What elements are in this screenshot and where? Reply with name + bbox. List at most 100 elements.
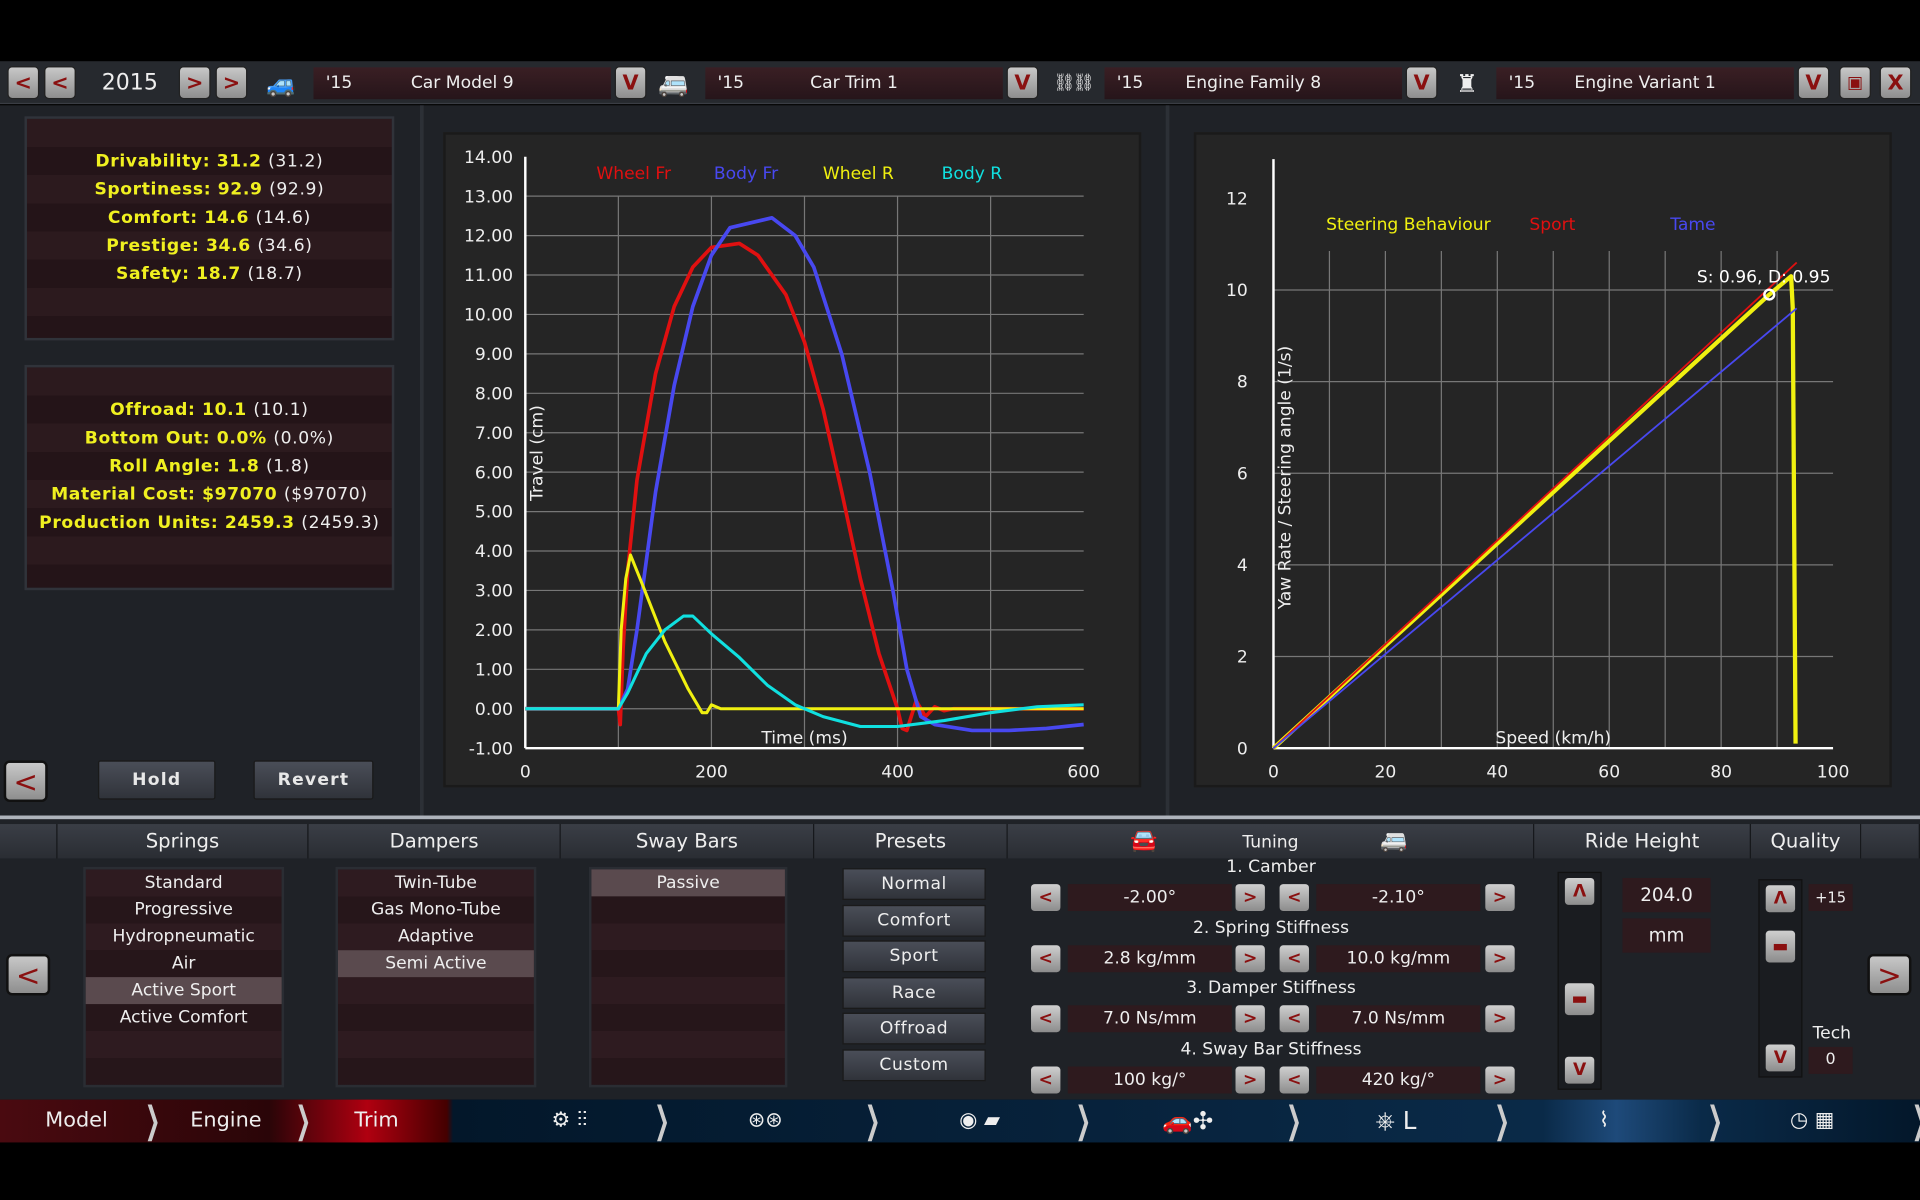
springs-option[interactable]: Active Sport: [85, 977, 282, 1005]
rear-decrease-button[interactable]: <: [1279, 1005, 1309, 1033]
rear-increase-button[interactable]: >: [1485, 1005, 1515, 1033]
front-decrease-button[interactable]: <: [1031, 944, 1061, 972]
preset-offroad-button[interactable]: Offroad: [842, 1013, 986, 1045]
front-increase-button[interactable]: >: [1235, 944, 1265, 972]
ride-height-slider[interactable]: Λ ▬ V: [1557, 871, 1602, 1090]
x-tick-label: 600: [1067, 763, 1100, 783]
x-tick-label: 100: [1817, 763, 1850, 783]
preset-normal-button[interactable]: Normal: [842, 868, 986, 901]
nav-interior-icon[interactable]: ⎈ L: [1347, 1100, 1445, 1143]
engine-variant-dropdown[interactable]: V: [1797, 66, 1830, 100]
dampers-option[interactable]: Adaptive: [338, 923, 534, 950]
preset-comfort-button[interactable]: Comfort: [842, 904, 986, 937]
close-button[interactable]: X: [1879, 66, 1912, 100]
stat-row: Offroad: 10.1 (10.1): [27, 397, 392, 425]
stat-value: Drivability: 31.2: [95, 151, 262, 172]
ride-height-up-button[interactable]: Λ: [1564, 877, 1595, 905]
preset-custom-button[interactable]: Custom: [842, 1049, 986, 1082]
front-car-icon: 🚘: [1130, 827, 1158, 854]
ride-height-value: 204.0: [1622, 877, 1711, 913]
springs-list: Standard Progressive Hydropneumatic Air Acti…: [83, 866, 285, 1088]
nav-engine[interactable]: Engine: [168, 1100, 284, 1143]
ride-height-down-button[interactable]: V: [1564, 1056, 1595, 1084]
stat-previous: ($97070): [283, 484, 368, 505]
front-decrease-button[interactable]: <: [1031, 1005, 1061, 1033]
front-increase-button[interactable]: >: [1235, 1065, 1265, 1093]
nav-wheels-icon[interactable]: ⊛⊛: [710, 1100, 820, 1143]
quality-value: +15: [1808, 884, 1853, 912]
y-tick-label: 3.00: [475, 582, 513, 602]
car-model-field[interactable]: '15 Car Model 9: [313, 67, 612, 100]
y-tick-label: 9.00: [475, 345, 513, 365]
quality-slider-thumb[interactable]: ▬: [1765, 931, 1796, 963]
rear-decrease-button[interactable]: <: [1279, 1065, 1309, 1093]
rear-increase-button[interactable]: >: [1485, 1065, 1515, 1093]
header-spacer: [0, 824, 58, 859]
nav-aero-icon[interactable]: 🚗✣: [1108, 1100, 1267, 1143]
dampers-option[interactable]: Twin-Tube: [338, 869, 534, 896]
car-model-dropdown[interactable]: V: [614, 66, 647, 100]
front-decrease-button[interactable]: <: [1031, 1065, 1061, 1093]
rear-decrease-button[interactable]: <: [1279, 884, 1309, 912]
preset-race-button[interactable]: Race: [842, 976, 986, 1009]
next-year-button[interactable]: >: [178, 66, 211, 100]
y-tick-label: 5.00: [475, 503, 513, 523]
bottom-back-button[interactable]: <: [6, 953, 51, 996]
preset-sport-button[interactable]: Sport: [842, 940, 986, 973]
engine-family-field[interactable]: '15 Engine Family 8: [1104, 67, 1403, 100]
chevron-icon: ❯: [1286, 1099, 1302, 1143]
back-button[interactable]: <: [3, 760, 48, 803]
legend-entry: Wheel R: [823, 164, 894, 184]
hold-button[interactable]: Hold: [97, 760, 216, 800]
nav-model[interactable]: Model: [18, 1100, 134, 1143]
quality-up-button[interactable]: Λ: [1765, 885, 1796, 913]
save-icon[interactable]: ▣: [1839, 66, 1872, 100]
series-line-sport: [1272, 261, 1798, 749]
engine-variant-field[interactable]: '15 Engine Variant 1: [1496, 67, 1794, 100]
next-fast-year-button[interactable]: >: [215, 66, 248, 100]
engine-family-dropdown[interactable]: V: [1405, 66, 1438, 100]
tuning-label: 1. Camber: [1226, 857, 1316, 877]
front-increase-button[interactable]: >: [1235, 1005, 1265, 1033]
chevron-icon: ❯: [654, 1099, 670, 1143]
rear-increase-button[interactable]: >: [1485, 944, 1515, 972]
y-axis-label: Travel (cm): [527, 405, 547, 502]
sway-option[interactable]: Passive: [591, 869, 785, 897]
dampers-option[interactable]: Gas Mono-Tube: [338, 896, 534, 923]
tuning-label: 4. Sway Bar Stiffness: [1180, 1038, 1362, 1059]
y-tick-label: 7.00: [475, 424, 513, 444]
prev-fast-year-button[interactable]: <: [7, 66, 40, 100]
nav-gearbox-icon[interactable]: ⚙ ⫶⫶: [502, 1100, 637, 1143]
chevron-icon: ❯: [295, 1099, 311, 1143]
tuning-header: 🚘 Tuning 🚐: [1007, 824, 1535, 859]
front-increase-button[interactable]: >: [1235, 884, 1265, 912]
front-decrease-button[interactable]: <: [1031, 884, 1061, 912]
nav-testing-icon[interactable]: ◷ ▦: [1763, 1100, 1861, 1143]
y-tick-label: 13.00: [464, 187, 513, 207]
rear-increase-button[interactable]: >: [1485, 884, 1515, 912]
quality-down-button[interactable]: V: [1765, 1044, 1796, 1072]
quality-slider[interactable]: Λ ▬ V: [1758, 879, 1803, 1078]
ride-height-slider-thumb[interactable]: ▬: [1564, 983, 1595, 1015]
bottom-forward-button[interactable]: >: [1867, 953, 1912, 996]
y-tick-label: 4.00: [475, 542, 513, 562]
nav-suspension-icon[interactable]: ⌇: [1567, 1100, 1640, 1143]
stat-previous: (1.8): [265, 456, 310, 477]
prev-year-button[interactable]: <: [44, 66, 76, 100]
chevron-icon: ❯: [144, 1099, 161, 1143]
stat-previous: (34.6): [257, 236, 313, 256]
springs-option[interactable]: Air: [86, 950, 282, 977]
revert-button[interactable]: Revert: [253, 760, 374, 800]
springs-option[interactable]: Standard: [86, 869, 282, 896]
car-trim-dropdown[interactable]: V: [1006, 66, 1039, 100]
nav-trim[interactable]: Trim: [318, 1100, 434, 1143]
springs-option[interactable]: Progressive: [86, 896, 282, 923]
legend-entry: Wheel Fr: [596, 164, 672, 184]
dampers-option[interactable]: Semi Active: [337, 950, 534, 978]
rear-decrease-button[interactable]: <: [1279, 944, 1309, 972]
car-trim-field[interactable]: '15 Car Trim 1: [705, 67, 1003, 100]
springs-option[interactable]: Hydropneumatic: [86, 923, 282, 950]
quality-header: Quality: [1751, 824, 1862, 859]
springs-option[interactable]: Active Comfort: [86, 1004, 282, 1031]
nav-body-icon[interactable]: ◉ ▰: [918, 1100, 1040, 1143]
